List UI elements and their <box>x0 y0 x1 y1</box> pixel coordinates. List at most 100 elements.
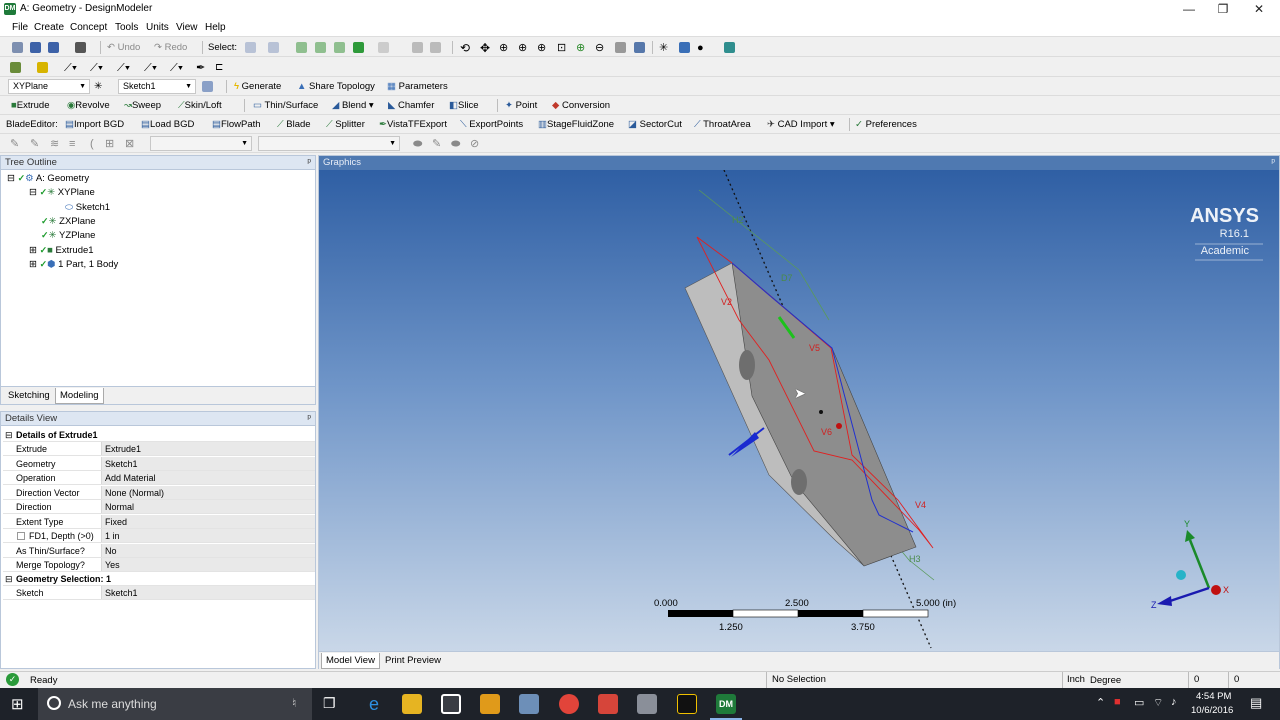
tree-node-zxplane[interactable]: ✓✳ ZXPlane <box>41 216 96 227</box>
menu-concept[interactable]: Concept <box>70 22 107 33</box>
tab-model-view[interactable]: Model View <box>321 653 380 669</box>
details-row[interactable]: As Thin/Surface? No <box>3 543 315 558</box>
file-explorer-icon[interactable] <box>402 694 422 714</box>
network-icon[interactable]: ⌔ <box>1153 696 1163 710</box>
blade-button[interactable]: ⟋ Blade <box>277 118 311 132</box>
pin-icon[interactable]: ᵖ <box>1271 156 1275 169</box>
zoom-icon[interactable]: ⊕ <box>499 41 508 55</box>
select-faces-icon[interactable] <box>334 42 345 53</box>
box-zoom-icon[interactable]: ⊕ <box>518 41 527 55</box>
sketch-tool-6-icon[interactable]: ⊞ <box>105 137 114 151</box>
select-all-icon[interactable] <box>412 42 423 53</box>
edge-style5-icon[interactable]: ⟋▾ <box>170 61 183 75</box>
save-icon[interactable] <box>30 42 41 53</box>
point-button[interactable]: ✦ Point <box>505 99 537 113</box>
skin-loft-button[interactable]: ⟋Skin/Loft <box>178 99 222 113</box>
details-section-geometry-selection[interactable]: ⊟ Geometry Selection: 1 <box>3 572 315 586</box>
print-icon[interactable] <box>75 42 86 53</box>
tray-app-icon[interactable]: ■ <box>1114 696 1121 708</box>
marker-icon[interactable]: ⊏ <box>215 61 223 75</box>
menu-units[interactable]: Units <box>146 22 169 33</box>
triad-icon[interactable]: ✳ <box>659 41 668 55</box>
sketch-combo-2[interactable]: ▼ <box>258 136 400 151</box>
tray-power-icon[interactable]: ▭ <box>1134 696 1144 709</box>
tree-node-sketch1[interactable]: ⬭ Sketch1 <box>65 202 110 213</box>
extend-selection-icon[interactable] <box>378 42 389 53</box>
thin-surface-button[interactable]: ▭ Thin/Surface <box>253 99 318 113</box>
sketch-tool-8-icon[interactable]: ⬬ <box>413 137 422 151</box>
close-button[interactable]: ✕ <box>1244 1 1274 17</box>
search-box[interactable]: Ask me anything ♮ <box>38 688 312 720</box>
designmodeler-taskbar-icon[interactable]: DM <box>716 694 736 714</box>
graphics-options-icon[interactable] <box>10 62 21 73</box>
task-view-icon[interactable]: ❐ <box>323 695 336 712</box>
microphone-icon[interactable]: ♮ <box>292 696 296 710</box>
sketch-tool-11-icon[interactable]: ⊘ <box>470 137 479 151</box>
menu-tools[interactable]: Tools <box>115 22 138 33</box>
clock-date[interactable]: 10/6/2016 <box>1191 705 1233 716</box>
windows-start-icon[interactable]: ⊞ <box>11 695 24 713</box>
tree-node-geometry[interactable]: ⊟ ✓⚙ A: Geometry <box>7 173 89 184</box>
details-row[interactable]: Operation Add Material <box>3 471 315 485</box>
details-row[interactable]: Extrude Extrude1 <box>3 442 315 456</box>
details-row-sketch[interactable]: Sketch Sketch1 <box>3 586 315 600</box>
sweep-button[interactable]: ↝Sweep <box>124 99 161 113</box>
select-bodies-icon[interactable] <box>353 42 364 53</box>
display-points-icon[interactable]: ● <box>697 41 704 55</box>
menu-help[interactable]: Help <box>205 22 226 33</box>
menu-file[interactable]: File <box>12 22 28 33</box>
details-row[interactable]: Merge Topology? Yes <box>3 558 315 572</box>
zoom-fit-icon[interactable]: ⊕ <box>537 41 546 55</box>
zoom-out-icon[interactable]: ⊖ <box>595 41 604 55</box>
flowpath-button[interactable]: ▤FlowPath <box>212 118 261 132</box>
new-plane-icon[interactable]: ✳ <box>94 80 102 94</box>
undo-button[interactable]: ↶ Undo <box>107 41 140 55</box>
sketch-tool-3-icon[interactable]: ≋ <box>50 137 59 151</box>
slice-button[interactable]: ◧Slice <box>449 99 479 113</box>
select-points-icon[interactable] <box>296 42 307 53</box>
import-bgd-button[interactable]: ▤Import BGD <box>65 118 124 132</box>
exportpoints-button[interactable]: ⟍ ExportPoints <box>460 118 523 132</box>
details-row[interactable]: FD1, Depth (>0) 1 in <box>3 529 315 543</box>
sketch-tool-4-icon[interactable]: ≡ <box>69 137 75 151</box>
app-icon-5[interactable] <box>519 694 539 714</box>
vistatfexport-button[interactable]: ✒VistaTFExport <box>379 118 447 132</box>
maximize-button[interactable]: ❐ <box>1208 1 1238 17</box>
stagefluidzone-button[interactable]: ▥StageFluidZone <box>538 118 614 132</box>
rotate-icon[interactable]: ⟲ <box>460 41 470 55</box>
edge-style4-icon[interactable]: ⟋▾ <box>144 61 157 75</box>
tab-modeling[interactable]: Modeling <box>55 388 104 404</box>
minimize-button[interactable]: — <box>1174 1 1204 17</box>
sketch-tool-5-icon[interactable]: ( <box>90 137 94 151</box>
sketch-select[interactable]: Sketch1 ▼ <box>118 79 196 94</box>
sketch-tool-7-icon[interactable]: ⊠ <box>125 137 134 151</box>
volume-icon[interactable]: ♪ <box>1171 696 1177 708</box>
select-filter-icon[interactable] <box>268 42 279 53</box>
parameter-checkbox[interactable] <box>17 532 25 540</box>
display-model-icon[interactable] <box>679 42 690 53</box>
pin-icon[interactable]: ᵖ <box>307 412 311 425</box>
model-view[interactable]: ANSYS R16.1 Academic H2 D7 V2 V5 V6 V4 H… <box>319 170 1279 651</box>
tab-print-preview[interactable]: Print Preview <box>381 654 445 668</box>
details-row[interactable]: Direction Vector None (Normal) <box>3 485 315 500</box>
tree-node-extrude1[interactable]: ⊞ ✓■ Extrude1 <box>29 245 94 256</box>
save-as-icon[interactable] <box>48 42 59 53</box>
edge-style2-icon[interactable]: ⟋▾ <box>90 61 103 75</box>
store-icon[interactable] <box>441 694 461 714</box>
magnifier-icon[interactable]: ⊕ <box>576 41 585 55</box>
details-row[interactable]: Geometry Sketch1 <box>3 456 315 471</box>
triad-iso-ball[interactable] <box>1176 570 1186 580</box>
conversion-button[interactable]: ◆ Conversion <box>552 99 610 113</box>
preferences-button[interactable]: ✓ Preferences <box>855 118 917 132</box>
zoom-box-icon[interactable]: ⊡ <box>557 41 566 55</box>
new-sketch-icon[interactable] <box>202 81 213 92</box>
select-edges-icon[interactable] <box>315 42 326 53</box>
pin-icon[interactable]: ᵖ <box>307 156 311 169</box>
select-mode-icon[interactable] <box>245 42 256 53</box>
menu-create[interactable]: Create <box>34 22 64 33</box>
tray-chevron-icon[interactable]: ⌃ <box>1096 696 1105 709</box>
share-topology-button[interactable]: ▲ Share Topology <box>297 80 375 94</box>
sketch-combo-1[interactable]: ▼ <box>150 136 252 151</box>
details-row[interactable]: Direction Normal <box>3 500 315 514</box>
splitter-button[interactable]: ⟋ Splitter <box>326 118 365 132</box>
